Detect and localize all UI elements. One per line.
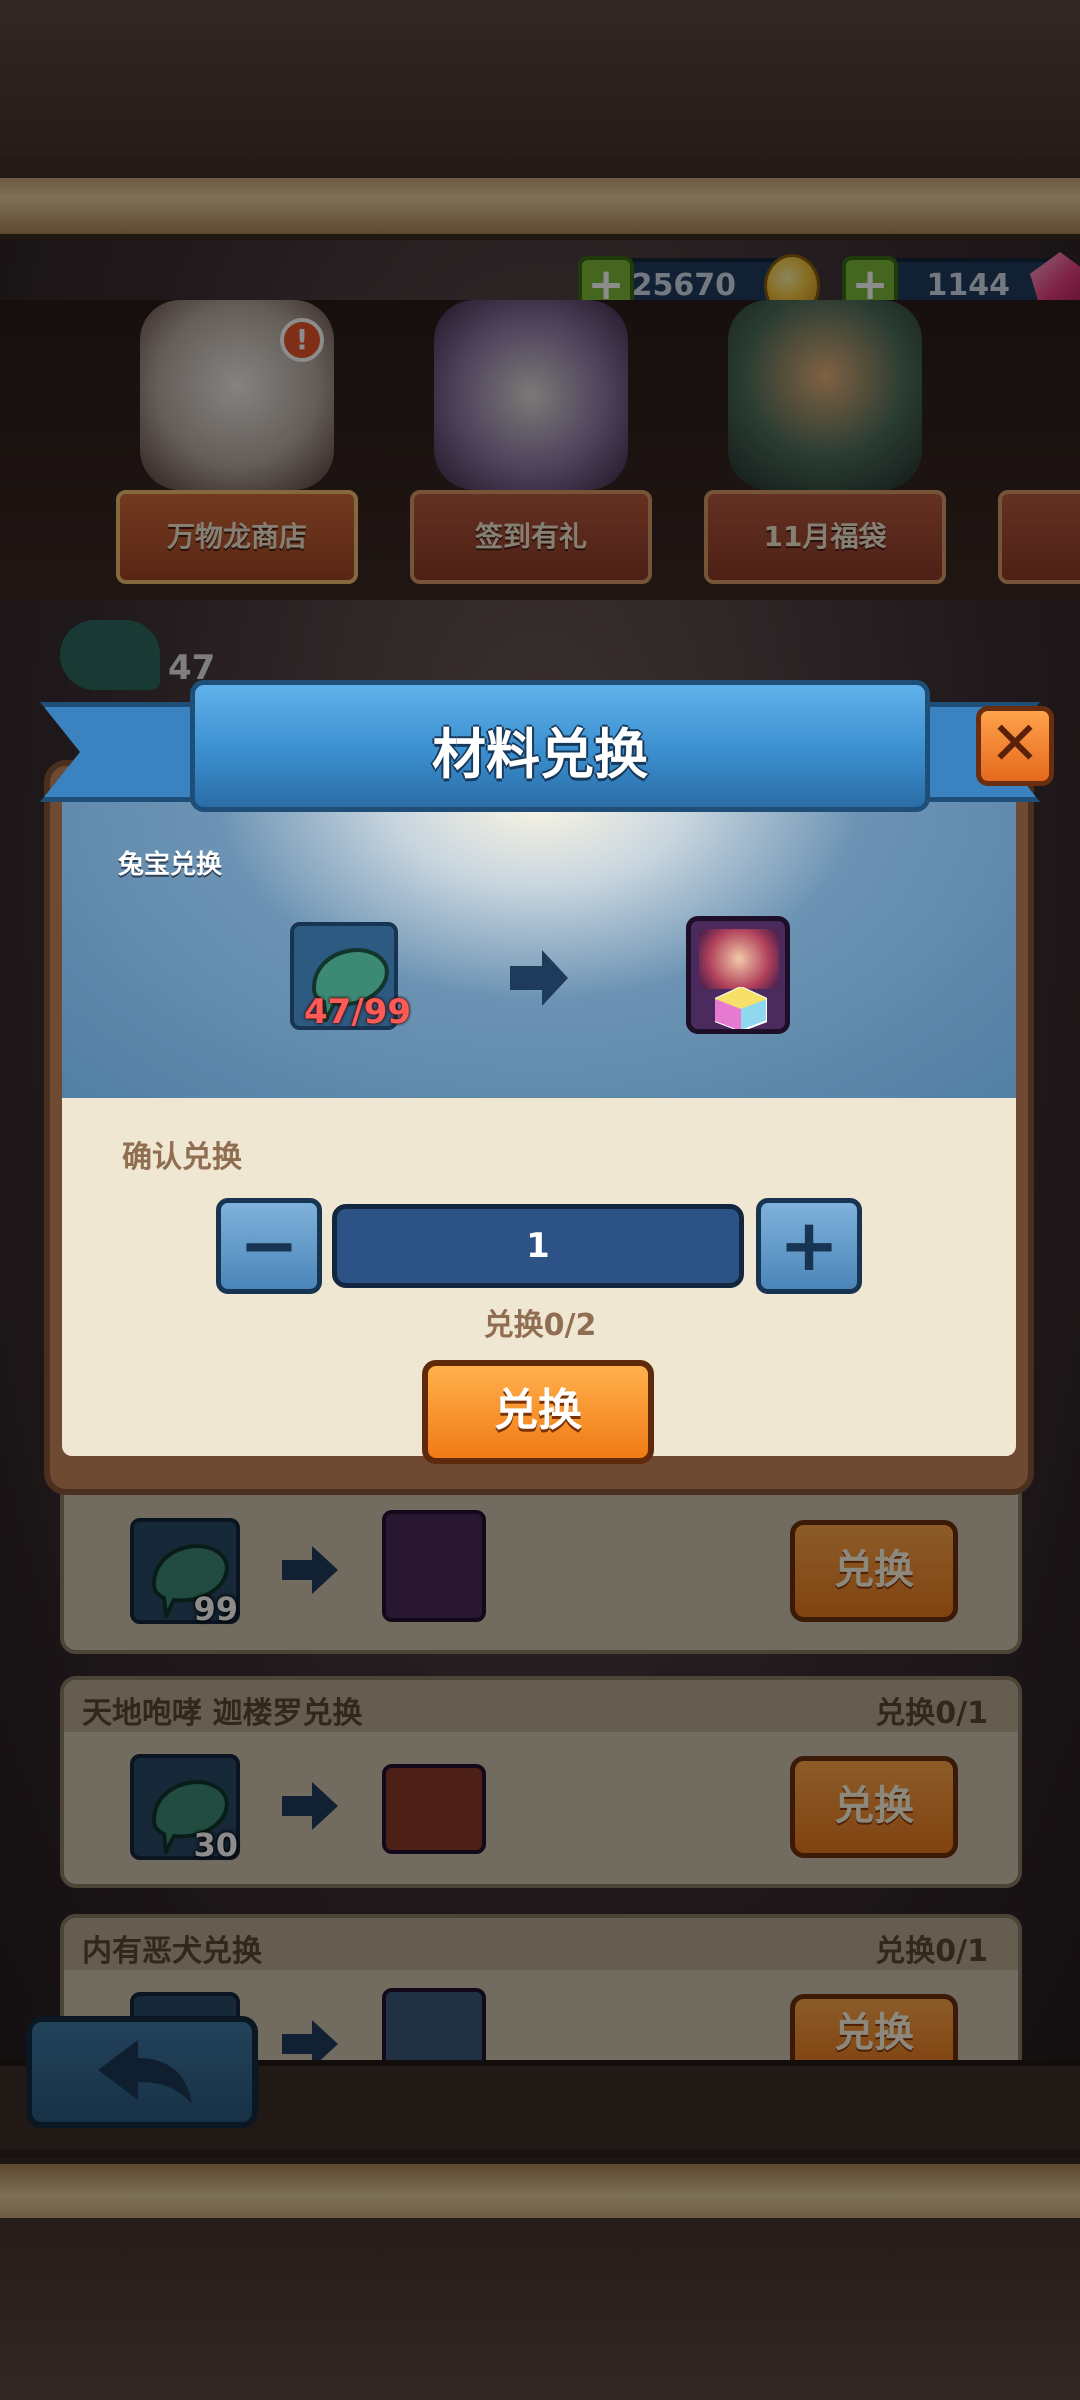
reward-card-slot[interactable]: [686, 916, 790, 1034]
plus-icon: +: [778, 1203, 840, 1287]
minus-icon: −: [238, 1203, 300, 1287]
modal-body: [62, 790, 1016, 1456]
close-button[interactable]: ✕: [976, 706, 1054, 786]
confirm-label: 确认兑换: [122, 1140, 242, 1175]
modal-title: 材料兑换: [432, 723, 648, 786]
section-label: 兔宝兑换: [118, 850, 223, 880]
exchange-limit: 兑换0/2: [483, 1308, 597, 1343]
decrease-button[interactable]: −: [216, 1198, 322, 1294]
character-portrait-icon: [699, 929, 779, 989]
arrow-right-icon: [510, 950, 568, 1006]
confirm-exchange-button[interactable]: 兑换: [422, 1360, 654, 1464]
dice-icon: [715, 987, 767, 1029]
source-quantity: 47/99: [304, 992, 412, 1032]
increase-button[interactable]: +: [756, 1198, 862, 1294]
modal-preview-area: [62, 790, 1016, 1098]
quantity-field[interactable]: 1: [332, 1204, 744, 1288]
